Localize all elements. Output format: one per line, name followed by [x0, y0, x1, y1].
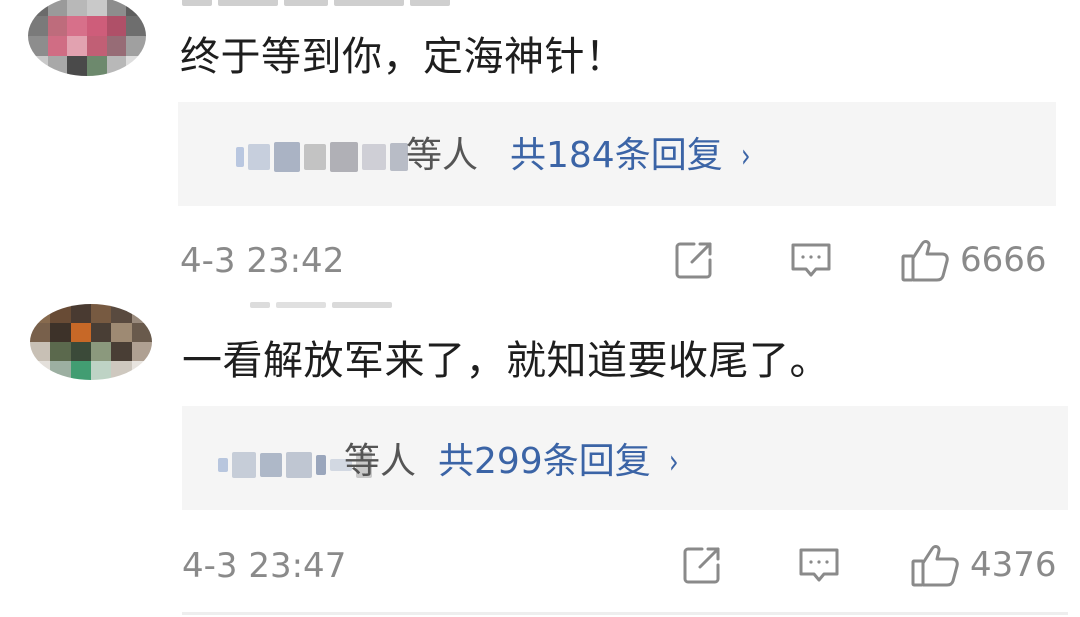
comment-icon: [791, 243, 831, 277]
comment-icon: [799, 548, 839, 582]
thumbs-up-icon: [901, 240, 949, 282]
share-icon: [683, 547, 720, 584]
timestamp: 4-3 23:42: [180, 241, 345, 281]
comment-button[interactable]: [796, 543, 842, 587]
like-count: 6666: [960, 240, 1047, 280]
chevron-right-icon: ›: [740, 136, 751, 176]
share-icon: [675, 242, 712, 279]
like-button[interactable]: 4376: [910, 541, 1057, 589]
share-button[interactable]: [680, 543, 724, 587]
reply-count-label[interactable]: 共299条回复: [438, 441, 651, 482]
reply-preview-box[interactable]: 等人 共184条回复 ›: [178, 102, 1056, 206]
comment-button[interactable]: [788, 238, 834, 282]
avatar[interactable]: [28, 0, 146, 76]
reply-suffix: 等人: [406, 135, 479, 176]
divider: [182, 612, 1068, 615]
comment-text: 一看解放军来了，就知道要收尾了。: [182, 338, 830, 384]
reply-preview-box[interactable]: 等人 共299条回复 ›: [182, 406, 1068, 510]
like-button[interactable]: 6666: [900, 236, 1047, 284]
reply-suffix: 等人: [344, 441, 417, 482]
avatar[interactable]: [30, 304, 152, 380]
like-count: 4376: [970, 545, 1057, 585]
comment-item: 终于等到你，定海神针！ 等人 共184条回复 › 4-3 23:42 6666: [0, 0, 1080, 300]
view-replies-link[interactable]: 共184条回复 ›: [510, 134, 752, 178]
username-blurred[interactable]: [250, 302, 450, 312]
thumbs-up-icon: [911, 545, 959, 587]
chevron-right-icon: ›: [668, 442, 679, 482]
replier-names-blurred: [236, 140, 408, 174]
timestamp: 4-3 23:47: [182, 546, 347, 586]
share-button[interactable]: [672, 238, 716, 282]
view-replies-link[interactable]: 共299条回复 ›: [438, 440, 680, 484]
comment-text: 终于等到你，定海神针！: [180, 34, 626, 80]
comment-item: 一看解放军来了，就知道要收尾了。 等人 共299条回复 › 4-3 23:47: [0, 300, 1080, 617]
username-blurred[interactable]: [182, 0, 462, 6]
reply-count-label[interactable]: 共184条回复: [510, 135, 723, 176]
